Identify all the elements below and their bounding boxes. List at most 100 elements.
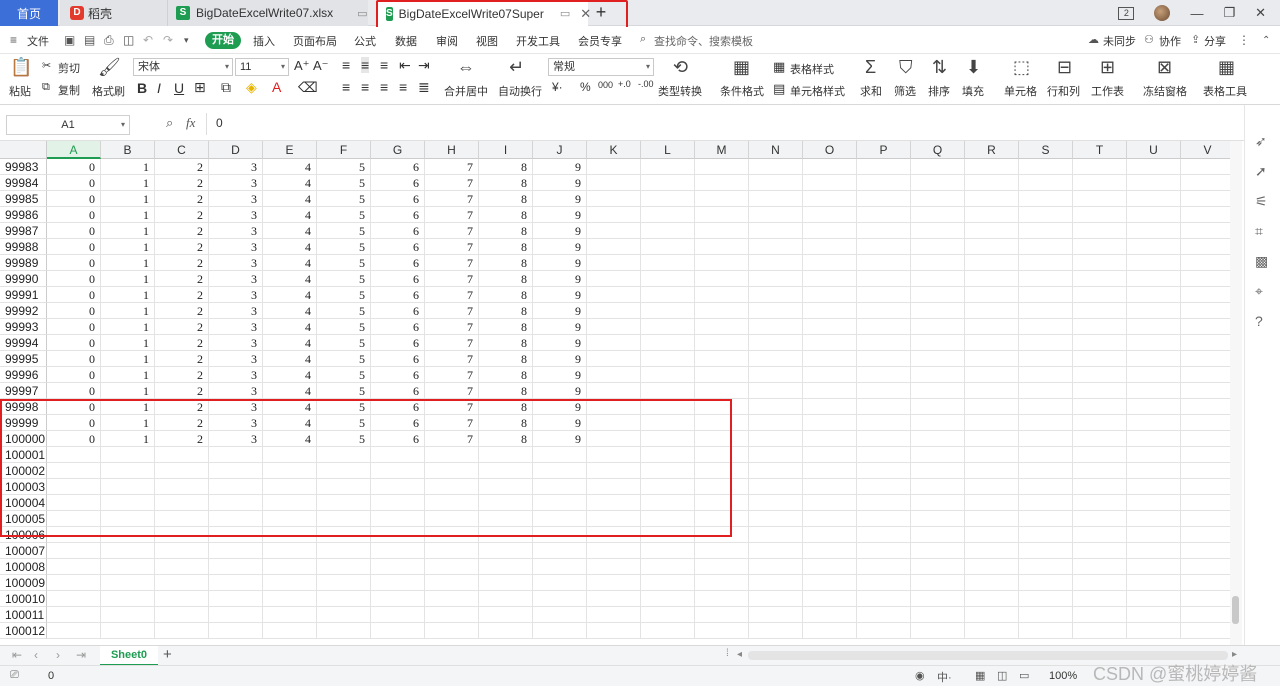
cell[interactable]: 0 bbox=[47, 191, 101, 207]
cell[interactable] bbox=[695, 303, 749, 319]
cond-format-button[interactable]: 条件格式 bbox=[720, 83, 764, 99]
cell[interactable]: 0 bbox=[47, 335, 101, 351]
cell[interactable] bbox=[911, 207, 965, 223]
cell[interactable]: 8 bbox=[479, 351, 533, 367]
cell[interactable] bbox=[965, 559, 1019, 575]
cell[interactable] bbox=[965, 191, 1019, 207]
cell[interactable] bbox=[749, 351, 803, 367]
customize-icon[interactable]: ▾ bbox=[184, 35, 189, 46]
cell[interactable]: 4 bbox=[263, 223, 317, 239]
cell[interactable] bbox=[803, 623, 857, 639]
cell[interactable] bbox=[1019, 495, 1073, 511]
cell[interactable] bbox=[587, 319, 641, 335]
cell[interactable]: 3 bbox=[209, 175, 263, 191]
cell[interactable] bbox=[911, 383, 965, 399]
cell[interactable]: 3 bbox=[209, 319, 263, 335]
cell[interactable] bbox=[1073, 383, 1127, 399]
sheet-tab[interactable]: Sheet0 bbox=[100, 646, 158, 666]
cell[interactable] bbox=[857, 271, 911, 287]
select-all-corner[interactable] bbox=[0, 141, 47, 159]
image-icon[interactable]: ▩ bbox=[1255, 253, 1268, 270]
cell[interactable] bbox=[533, 591, 587, 607]
menu-page-layout[interactable]: 页面布局 bbox=[293, 33, 337, 49]
cell[interactable] bbox=[965, 527, 1019, 543]
more-icon[interactable]: ⋮ bbox=[1238, 33, 1250, 47]
cell[interactable] bbox=[209, 543, 263, 559]
column-header-s[interactable]: S bbox=[1019, 141, 1073, 159]
indent-increase-icon[interactable]: ⇥ bbox=[418, 57, 430, 74]
cell[interactable] bbox=[263, 607, 317, 623]
cell[interactable] bbox=[1019, 319, 1073, 335]
cell[interactable] bbox=[1127, 447, 1181, 463]
menu-start[interactable]: 开始 bbox=[205, 32, 241, 49]
cell[interactable] bbox=[155, 559, 209, 575]
cell[interactable]: 8 bbox=[479, 303, 533, 319]
close-window-icon[interactable]: ✕ bbox=[1255, 5, 1266, 21]
wrap-button[interactable]: 自动换行 bbox=[498, 83, 542, 99]
cell[interactable] bbox=[803, 479, 857, 495]
cell[interactable] bbox=[1019, 415, 1073, 431]
cell[interactable] bbox=[803, 175, 857, 191]
cell[interactable]: 3 bbox=[209, 159, 263, 175]
cell[interactable] bbox=[1019, 479, 1073, 495]
cell[interactable]: 8 bbox=[479, 207, 533, 223]
cell[interactable] bbox=[1127, 431, 1181, 447]
redo-icon[interactable]: ↷ bbox=[163, 33, 173, 47]
cell[interactable] bbox=[749, 303, 803, 319]
increase-decimal-icon[interactable]: +.0 bbox=[618, 79, 631, 89]
cell[interactable] bbox=[101, 623, 155, 639]
cell[interactable] bbox=[263, 575, 317, 591]
cell[interactable] bbox=[695, 383, 749, 399]
cell[interactable] bbox=[47, 559, 101, 575]
cell[interactable] bbox=[857, 527, 911, 543]
cell[interactable] bbox=[641, 239, 695, 255]
cell[interactable] bbox=[1019, 543, 1073, 559]
cell[interactable] bbox=[857, 415, 911, 431]
cell[interactable] bbox=[641, 335, 695, 351]
cell[interactable] bbox=[1181, 463, 1235, 479]
cell[interactable] bbox=[749, 607, 803, 623]
cell[interactable] bbox=[1127, 351, 1181, 367]
cell[interactable] bbox=[965, 623, 1019, 639]
cell[interactable] bbox=[911, 543, 965, 559]
cell[interactable] bbox=[587, 543, 641, 559]
cell[interactable] bbox=[1181, 287, 1235, 303]
cell[interactable] bbox=[1019, 527, 1073, 543]
eye-protection-icon[interactable]: ◉ bbox=[915, 669, 925, 682]
cell[interactable]: 1 bbox=[101, 191, 155, 207]
cell[interactable]: 5 bbox=[317, 335, 371, 351]
cell[interactable] bbox=[1073, 623, 1127, 639]
underline-icon[interactable]: U bbox=[174, 80, 184, 96]
column-header-v[interactable]: V bbox=[1181, 141, 1235, 159]
cell[interactable] bbox=[911, 431, 965, 447]
cell[interactable] bbox=[1019, 271, 1073, 287]
align-bottom-icon[interactable]: ≡ bbox=[380, 57, 388, 73]
cell[interactable] bbox=[317, 607, 371, 623]
cell[interactable] bbox=[263, 623, 317, 639]
copy-icon[interactable]: ⧉ bbox=[42, 81, 50, 94]
cell[interactable] bbox=[101, 591, 155, 607]
cell-style-quick-icon[interactable]: ⧉ bbox=[221, 79, 231, 96]
cell[interactable] bbox=[857, 607, 911, 623]
cell[interactable] bbox=[1181, 303, 1235, 319]
column-header-n[interactable]: N bbox=[749, 141, 803, 159]
cell[interactable] bbox=[803, 559, 857, 575]
cell[interactable] bbox=[1073, 303, 1127, 319]
cell[interactable] bbox=[857, 207, 911, 223]
cell[interactable] bbox=[911, 335, 965, 351]
row-header[interactable]: 100012 bbox=[0, 623, 47, 639]
cell[interactable] bbox=[803, 399, 857, 415]
cell[interactable] bbox=[641, 191, 695, 207]
cell[interactable]: 1 bbox=[101, 383, 155, 399]
cell[interactable]: 1 bbox=[101, 287, 155, 303]
column-header-g[interactable]: G bbox=[371, 141, 425, 159]
merge-button[interactable]: 合并居中 bbox=[444, 83, 488, 99]
cell[interactable] bbox=[911, 367, 965, 383]
normal-view-icon[interactable]: ▦ bbox=[975, 669, 985, 682]
print-icon[interactable]: ⎙ bbox=[104, 33, 114, 48]
cell[interactable] bbox=[1073, 271, 1127, 287]
cell[interactable] bbox=[317, 559, 371, 575]
row-header[interactable]: 99988 bbox=[0, 239, 47, 255]
cell[interactable]: 8 bbox=[479, 383, 533, 399]
cell[interactable] bbox=[857, 559, 911, 575]
